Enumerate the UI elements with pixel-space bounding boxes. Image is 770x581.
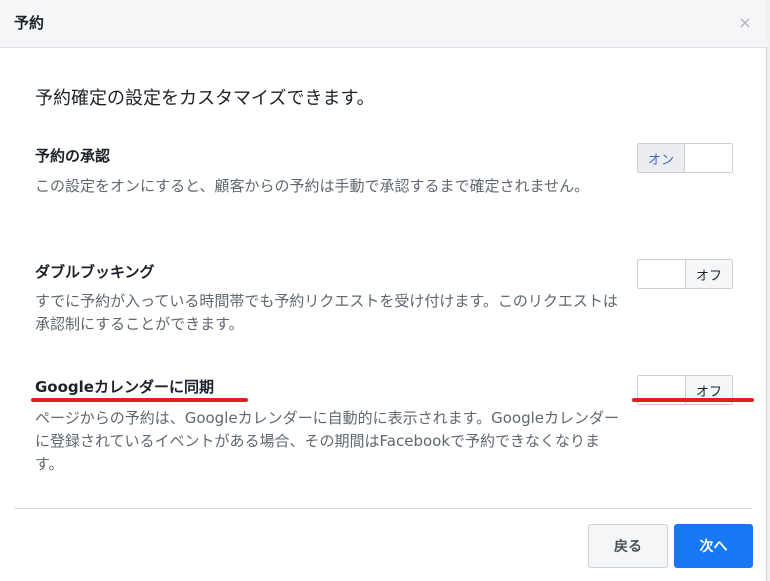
- setting-title-approval: 予約の承認: [35, 147, 111, 165]
- toggle-state-label: オフ: [684, 260, 732, 288]
- toggle-state-label: オン: [638, 144, 686, 172]
- footer-divider: [14, 508, 752, 509]
- dialog-header: 予約 ×: [0, 0, 767, 48]
- approval-toggle[interactable]: オン: [637, 143, 733, 173]
- setting-desc-google-sync: ページからの予約は、Googleカレンダーに自動的に表示されます。Googleカ…: [35, 409, 619, 473]
- double-booking-toggle[interactable]: オフ: [637, 259, 733, 289]
- close-icon[interactable]: ×: [737, 14, 753, 32]
- next-button[interactable]: 次へ: [674, 524, 753, 568]
- setting-title-google-sync: Googleカレンダーに同期: [35, 378, 214, 396]
- setting-desc-double-booking: すでに予約が入っている時間帯でも予約リクエストを受け付けます。このリクエストは承…: [35, 292, 618, 333]
- back-button[interactable]: 戻る: [588, 524, 668, 568]
- red-underline-annotation: [632, 398, 754, 402]
- toggle-empty-half: [638, 260, 685, 288]
- dialog-title: 予約: [14, 14, 45, 32]
- setting-desc-approval: この設定をオンにすると、顧客からの予約は手動で承認するまで確定されません。: [35, 177, 590, 195]
- red-underline-annotation: [31, 398, 248, 402]
- booking-settings-dialog: 予約 × 予約確定の設定をカスタマイズできます。 予約の承認 この設定をオンにす…: [0, 0, 767, 581]
- toggle-empty-half: [685, 144, 732, 172]
- intro-text: 予約確定の設定をカスタマイズできます。: [35, 88, 375, 109]
- setting-title-double-booking: ダブルブッキング: [35, 263, 155, 281]
